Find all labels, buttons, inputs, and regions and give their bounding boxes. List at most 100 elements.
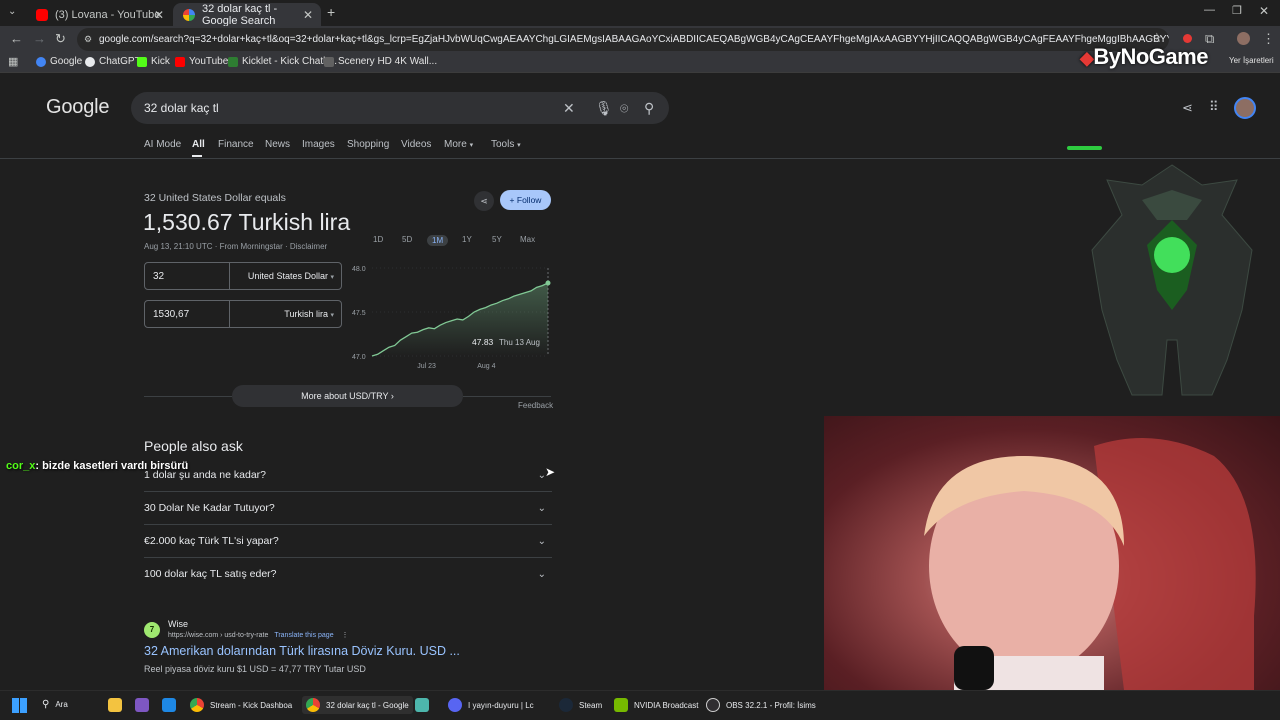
forward-icon[interactable]: → [33,31,46,46]
taskbar-chrome-google[interactable]: 32 dolar kaç tl - Google [302,696,413,714]
microphone-icon[interactable]: 🎙︎ [595,92,613,124]
amount-to-field[interactable]: 1530,67 Turkish lira ▾ [144,300,342,328]
search-icon[interactable]: ⚲ [644,92,654,124]
conversion-meta: Aug 13, 21:10 UTC · From Morningstar · D… [144,242,327,251]
chat-username: cor_x [6,460,36,472]
profile-avatar[interactable] [1237,32,1250,45]
paa-question[interactable]: 30 Dolar Ne Kadar Tutuyor? ⌄ [144,492,552,525]
window-close-icon[interactable]: ✕ [1259,4,1269,18]
taskbar-app[interactable] [162,698,176,712]
close-icon[interactable]: ✕ [303,8,313,22]
paa-question[interactable]: €2.000 kaç Türk TL'si yapar? ⌄ [144,525,552,558]
share-icon[interactable]: ⋖ [1182,100,1193,116]
bookmark-kicklet[interactable]: Kicklet - Kick Chatb... [228,56,337,67]
taskbar-app[interactable] [135,698,149,712]
tab-shopping[interactable]: Shopping [347,139,389,150]
bookmark-label: Scenery HD 4K Wall... [338,56,438,67]
windows-start-icon[interactable] [12,698,27,713]
tab-google-search[interactable]: 32 dolar kaç tl - Google Search ✕ [173,3,321,27]
maximize-icon[interactable]: ❐ [1232,4,1242,17]
bookmark-scenery[interactable]: Scenery HD 4K Wall... [324,56,437,67]
taskbar-chrome-kick[interactable]: Stream - Kick Dashboa [190,698,292,712]
lens-icon[interactable]: ⌾ [620,92,628,124]
nvidia-icon [614,698,628,712]
tab-youtube[interactable]: (3) Lovana - YouTube ✕ [26,3,172,26]
tab-all[interactable]: All [192,139,205,150]
timestamp: Aug 13, 21:10 UTC [144,242,213,251]
feedback-link[interactable]: Feedback [518,401,553,410]
currency-from-select[interactable]: United States Dollar ▾ [248,271,334,281]
google-logo[interactable]: Google [46,96,109,119]
more-about-button[interactable]: More about USD/TRY › [232,385,463,407]
tab-finance[interactable]: Finance [218,139,254,150]
site-info-icon[interactable]: ⚙ [84,28,92,51]
extension-icon[interactable] [1183,34,1192,43]
taskbar-file-explorer[interactable] [108,698,122,712]
bookmark-label: ChatGPT [99,56,141,67]
taskbar-item-label: 32 dolar kaç tl - Google [326,700,409,710]
kick-icon [137,56,147,67]
amount-from-field[interactable]: 32 United States Dollar ▾ [144,262,342,290]
follow-button[interactable]: + Follow [500,190,551,210]
paa-title: People also ask [144,438,243,454]
reload-icon[interactable]: ↻ [55,31,66,47]
tooltip-value: 47.83 [472,337,494,347]
apps-icon[interactable]: ▦ [8,55,18,68]
paa-question[interactable]: 100 dolar kaç TL satış eder? ⌄ [144,558,552,591]
result-title-link[interactable]: 32 Amerikan dolarından Türk lirasına Döv… [144,644,460,658]
google-icon [36,56,46,67]
address-bar[interactable]: ⚙ google.com/search?q=32+dolar+kaç+tl&oq… [77,28,1169,51]
range-1m[interactable]: 1M [427,235,449,246]
range-max[interactable]: Max [520,235,535,244]
range-1y[interactable]: 1Y [462,235,472,244]
bookmark-chatgpt[interactable]: ChatGPT [85,56,141,67]
amount-to-value: 1530,67 [153,309,190,320]
tab-search-icon[interactable]: ⌄ [8,6,16,17]
taskbar-steam[interactable]: Steam [559,698,602,712]
taskbar-discord[interactable]: I yayın-duyuru | Lc [448,698,534,712]
new-tab-button[interactable]: + [327,4,335,20]
taskbar-app[interactable] [415,698,429,712]
range-5d[interactable]: 5D [402,235,412,244]
search-input[interactable]: 32 dolar kaç tl ✕ 🎙︎ ⌾ ⚲ [131,92,669,124]
all-bookmarks-link[interactable]: Yer İşaretleri [1229,56,1274,65]
tools-button[interactable]: Tools ▾ [491,139,521,150]
tab-videos[interactable]: Videos [401,139,431,150]
tab-more[interactable]: More ▾ [444,139,473,150]
data-point[interactable] [545,280,551,286]
tab-images[interactable]: Images [302,139,335,150]
chat-text: : bizde kasetleri vardı birsürü [35,460,189,472]
range-5y[interactable]: 5Y [492,235,502,244]
paa-question[interactable]: 1 dolar şu anda ne kadar? ⌄ [144,459,552,492]
result-snippet: Reel piyasa döviz kuru $1 USD = 47,77 TR… [144,664,366,674]
taskbar-search[interactable]: ⚲ Ara [42,699,68,710]
bookmark-label: Kick [151,56,170,67]
google-apps-icon[interactable]: ⠿ [1209,99,1219,115]
wise-favicon: 7 [144,622,160,638]
translate-link[interactable]: Translate this page [274,632,333,639]
taskbar-obs[interactable]: OBS 32.2.1 - Profil: İsims [706,698,816,712]
share-icon[interactable]: ⋖ [474,191,494,211]
exchange-rate-chart[interactable]: 48.0 47.5 47.0 47.83 Thu 13 Aug Jul 23 Aug 4 [346,260,556,372]
taskbar-item-label: NVIDIA Broadcast [634,700,699,710]
bookmark-google[interactable]: Google [36,56,82,67]
close-icon[interactable]: ✕ [154,8,164,22]
back-icon[interactable]: ← [10,31,23,46]
youtube-icon [36,8,48,21]
tab-ai-mode[interactable]: AI Mode [144,139,181,150]
bookmark-youtube[interactable]: YouTube [175,56,228,67]
menu-icon[interactable]: ⋮ [1262,31,1275,47]
range-1d[interactable]: 1D [373,235,383,244]
divider [144,396,232,397]
bookmark-kick[interactable]: Kick [137,56,170,67]
tab-news[interactable]: News [265,139,290,150]
google-icon [183,8,195,21]
minimize-icon[interactable]: — [1204,4,1215,16]
account-avatar[interactable] [1234,97,1256,119]
taskbar-nvidia[interactable]: NVIDIA Broadcast [614,698,698,712]
currency-to-select[interactable]: Turkish lira ▾ [284,309,334,319]
clear-icon[interactable]: ✕ [563,92,575,124]
tools-label: Tools [491,139,515,150]
more-options-icon[interactable]: ⋮ [342,632,349,639]
source-link[interactable]: · From Morningstar · Disclaimer [215,242,327,251]
